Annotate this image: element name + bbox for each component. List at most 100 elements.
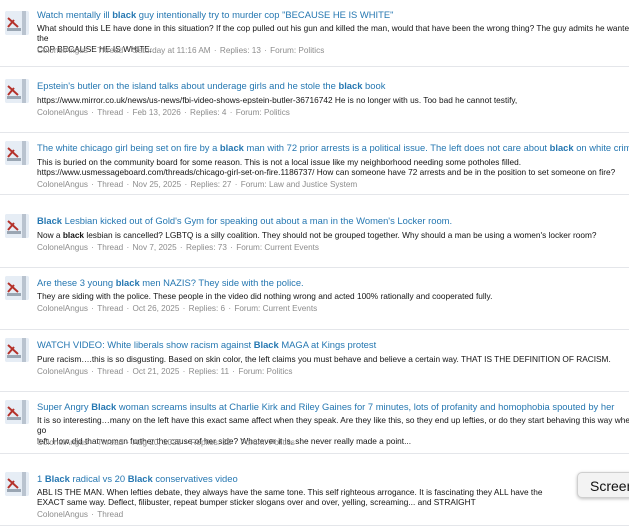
reply-count: Replies: 13 — [219, 46, 261, 55]
content-type: Thread — [97, 367, 124, 376]
post-date: Nov 25, 2025 — [132, 180, 182, 189]
thread-meta: ColonelAngus · Thread · Feb 13, 2026 · R… — [37, 108, 290, 118]
highlighted-keyword: Black — [127, 473, 153, 484]
content-type: Thread — [97, 180, 124, 189]
user-avatar[interactable] — [5, 276, 29, 300]
meta-separator: · — [88, 367, 97, 376]
search-result-row: Super Angry Black woman screams insults … — [0, 387, 629, 454]
avatar-image-icon — [5, 11, 29, 35]
meta-separator: · — [230, 367, 238, 376]
author-link[interactable]: ColonelAngus — [37, 180, 88, 189]
thread-meta: ColonelAngus · Thread · Aug 20, 2025 · R… — [37, 438, 295, 448]
meta-separator: · — [227, 108, 235, 117]
highlighted-keyword: Black — [44, 473, 70, 484]
text-run: Are these 3 young — [37, 277, 116, 288]
search-result-row: Black Lesbian kicked out of Gold's Gym f… — [0, 201, 629, 268]
forum-link[interactable]: Forum: Politics — [241, 438, 295, 447]
forum-link[interactable]: Forum: Current Events — [234, 304, 317, 313]
text-run: man with 72 prior arrests is a political… — [243, 142, 550, 153]
meta-separator: · — [227, 243, 236, 252]
thread-title-link[interactable]: WATCH VIDEO: White liberals show racism … — [37, 339, 376, 350]
author-link[interactable]: ColonelAngus — [37, 46, 88, 55]
meta-separator: · — [88, 46, 97, 55]
avatar-image-icon — [5, 472, 29, 496]
text-run: conservatives video — [152, 473, 238, 484]
text-run: ABL IS THE MAN. When lefties debate, the… — [37, 487, 543, 508]
meta-separator: · — [124, 438, 132, 447]
meta-separator: · — [88, 438, 97, 447]
meta-separator: · — [261, 46, 270, 55]
reply-count: Replies: 11 — [188, 367, 230, 376]
author-link[interactable]: ColonelAngus — [37, 243, 88, 252]
text-run: lesbian is cancelled? LGBTQ is a silly c… — [84, 230, 597, 240]
avatar-image-icon — [5, 141, 29, 165]
meta-separator: · — [124, 108, 132, 117]
thread-snippet: Pure racism….this is so disgusting. Base… — [37, 354, 629, 364]
text-run: radical vs 20 — [69, 473, 128, 484]
author-link[interactable]: ColonelAngus — [37, 304, 88, 313]
search-result-row: Epstein's butler on the island talks abo… — [0, 66, 629, 133]
thread-title-link[interactable]: Epstein's butler on the island talks abo… — [37, 80, 385, 91]
highlighted-keyword: black — [219, 142, 244, 153]
thread-title-link[interactable]: Super Angry Black woman screams insults … — [37, 401, 614, 412]
user-avatar[interactable] — [5, 141, 29, 165]
search-result-row: WATCH VIDEO: White liberals show racism … — [0, 325, 629, 392]
thread-meta: ColonelAngus · Thread · Nov 7, 2025 · Re… — [37, 243, 319, 253]
text-run: This is buried on the community board fo… — [37, 157, 616, 178]
thread-snippet: This is buried on the community board fo… — [37, 157, 629, 178]
author-link[interactable]: ColonelAngus — [37, 438, 88, 447]
reply-count: Replies: 6 — [188, 304, 226, 313]
avatar-image-icon — [5, 79, 29, 103]
avatar-image-icon — [5, 214, 29, 238]
user-avatar[interactable] — [5, 11, 29, 35]
meta-separator: · — [232, 438, 240, 447]
user-avatar[interactable] — [5, 472, 29, 496]
highlighted-keyword: Black — [91, 401, 117, 412]
author-link[interactable]: ColonelAngus — [37, 367, 88, 376]
forum-link[interactable]: Forum: Politics — [236, 108, 290, 117]
forum-link[interactable]: Forum: Current Events — [236, 243, 319, 252]
thread-title-link[interactable]: Are these 3 young black men NAZIS? They … — [37, 277, 304, 288]
thread-meta: ColonelAngus · Thread — [37, 510, 123, 520]
thread-title-link[interactable]: 1 Black radical vs 20 Black conservative… — [37, 473, 238, 484]
search-result-row: Are these 3 young black men NAZIS? They … — [0, 263, 629, 330]
content-type: Thread — [97, 46, 124, 55]
text-run: Pure racism….this is so disgusting. Base… — [37, 354, 611, 364]
meta-separator: · — [181, 108, 190, 117]
search-result-row: 1 Black radical vs 20 Black conservative… — [0, 459, 629, 526]
reply-count: Replies: 22 — [190, 438, 232, 447]
author-link[interactable]: ColonelAngus — [37, 510, 88, 519]
thread-title-link[interactable]: Black Lesbian kicked out of Gold's Gym f… — [37, 215, 452, 226]
content-type: Thread — [97, 510, 124, 519]
thread-title-link[interactable]: The white chicago girl being set on fire… — [37, 142, 629, 153]
meta-separator: · — [177, 243, 185, 252]
thread-meta: ColonelAngus · Thread · Nov 25, 2025 · R… — [37, 180, 357, 190]
text-run: woman screams insults at Charlie Kirk an… — [116, 401, 615, 412]
reply-count: Replies: 4 — [190, 108, 227, 117]
highlighted-keyword: black — [112, 9, 137, 20]
user-avatar[interactable] — [5, 214, 29, 238]
post-date: Aug 20, 2025 — [132, 438, 182, 447]
text-run: book — [362, 80, 386, 91]
thread-snippet: They are siding with the police. These p… — [37, 291, 629, 301]
text-run: WATCH VIDEO: White liberals show racism … — [37, 339, 254, 350]
meta-separator: · — [88, 108, 97, 117]
user-avatar[interactable] — [5, 338, 29, 362]
meta-separator: · — [180, 367, 188, 376]
content-type: Thread — [97, 108, 124, 117]
thread-title-link[interactable]: Watch mentally ill black guy intentional… — [37, 9, 393, 20]
author-link[interactable]: ColonelAngus — [37, 108, 88, 117]
meta-separator: · — [211, 46, 219, 55]
content-type: Thread — [97, 438, 124, 447]
meta-separator: · — [88, 510, 97, 519]
meta-separator: · — [88, 243, 97, 252]
forum-link[interactable]: Forum: Law and Justice System — [241, 180, 358, 189]
avatar-image-icon — [5, 338, 29, 362]
user-avatar[interactable] — [5, 79, 29, 103]
forum-link[interactable]: Forum: Politics — [270, 46, 324, 55]
highlighted-keyword: black — [115, 277, 140, 288]
post-date: Saturday at 11:16 AM — [132, 46, 211, 55]
screenshot-button[interactable]: Screenshot — [577, 472, 629, 498]
user-avatar[interactable] — [5, 400, 29, 424]
forum-link[interactable]: Forum: Politics — [238, 367, 292, 376]
